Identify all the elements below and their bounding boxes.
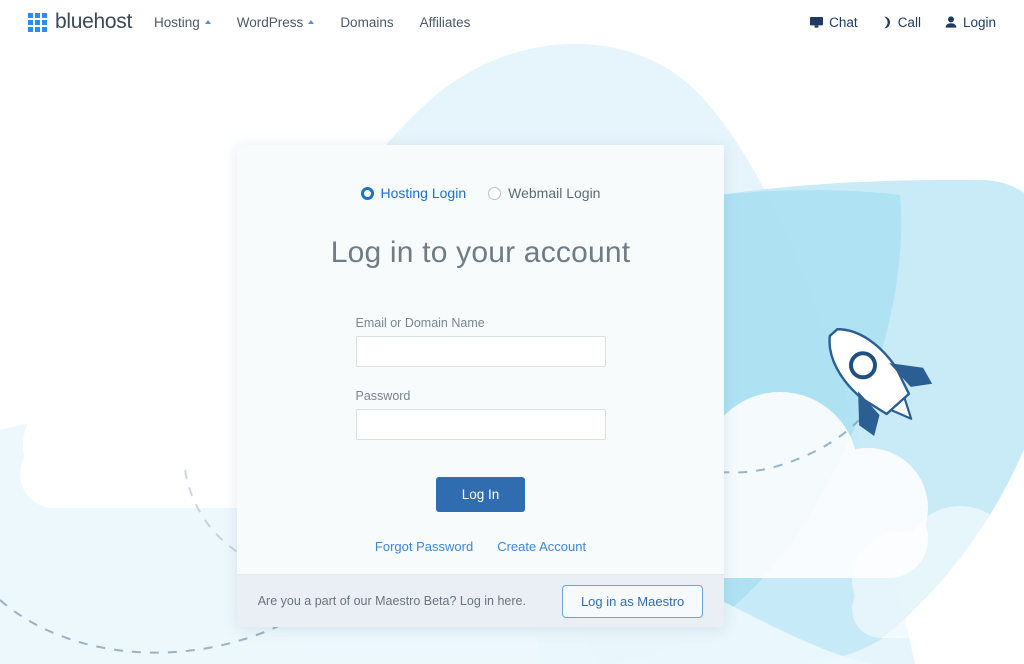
- login-form: Email or Domain Name Password Log In For…: [355, 316, 606, 554]
- toggle-label: Hosting Login: [380, 185, 467, 201]
- nav-item-login[interactable]: Login: [945, 15, 996, 30]
- phone-icon: [882, 16, 892, 29]
- nav-item-label: Hosting: [154, 14, 200, 30]
- toggle-hosting-login[interactable]: Hosting Login: [360, 185, 467, 201]
- primary-nav: Hosting WordPress Domains Affiliates: [154, 15, 470, 30]
- password-field-group: Password: [355, 389, 606, 440]
- nav-item-affiliates[interactable]: Affiliates: [420, 15, 471, 30]
- email-field-label: Email or Domain Name: [355, 316, 485, 330]
- maestro-footer: Are you a part of our Maestro Beta? Log …: [237, 574, 724, 627]
- utility-nav: Chat Call Login: [810, 15, 996, 30]
- nav-item-call[interactable]: Call: [882, 15, 921, 30]
- nav-item-label: WordPress: [236, 14, 304, 30]
- login-page: bluehost Hosting WordPress Domains Affil…: [0, 0, 1024, 664]
- log-in-as-maestro-button[interactable]: Log in as Maestro: [561, 584, 704, 618]
- bluehost-logo[interactable]: bluehost: [28, 10, 132, 34]
- login-type-toggle-group: Hosting Login Webmail Login: [237, 185, 724, 201]
- nav-item-label: Affiliates: [419, 14, 471, 30]
- nav-item-wordpress[interactable]: WordPress: [237, 15, 315, 30]
- login-card: Hosting Login Webmail Login Log in to yo…: [237, 145, 724, 627]
- forgot-password-link[interactable]: Forgot Password: [375, 539, 473, 554]
- email-or-domain-field-group: Email or Domain Name: [355, 316, 606, 367]
- nav-item-label: Login: [962, 14, 996, 30]
- create-account-link[interactable]: Create Account: [497, 539, 586, 554]
- password-field-label: Password: [355, 389, 411, 403]
- toggle-webmail-login[interactable]: Webmail Login: [488, 185, 600, 201]
- grid-squares-icon: [28, 12, 47, 32]
- caret-up-icon: [308, 20, 315, 24]
- nav-item-label: Chat: [829, 14, 858, 30]
- top-navigation-bar: bluehost Hosting WordPress Domains Affil…: [0, 0, 1024, 44]
- monitor-icon: [810, 16, 824, 28]
- maestro-footer-text: Are you a part of our Maestro Beta? Log …: [257, 594, 526, 608]
- nav-item-label: Call: [897, 14, 921, 30]
- nav-item-label: Domains: [340, 14, 394, 30]
- caret-up-icon: [204, 20, 211, 24]
- auxiliary-links: Forgot Password Create Account: [356, 539, 606, 554]
- radio-selected-icon: [360, 186, 374, 200]
- radio-unselected-icon: [488, 186, 502, 200]
- log-in-button[interactable]: Log In: [435, 477, 526, 512]
- nav-item-domains[interactable]: Domains: [340, 15, 393, 30]
- person-icon: [945, 16, 957, 28]
- brand-name: bluehost: [55, 10, 132, 33]
- login-card-body: Hosting Login Webmail Login Log in to yo…: [237, 145, 724, 574]
- email-or-domain-input[interactable]: [355, 336, 606, 367]
- toggle-label: Webmail Login: [508, 185, 601, 201]
- page-title: Log in to your account: [330, 236, 631, 269]
- nav-item-chat[interactable]: Chat: [810, 15, 858, 30]
- password-input[interactable]: [355, 409, 606, 440]
- nav-item-hosting[interactable]: Hosting: [154, 15, 211, 30]
